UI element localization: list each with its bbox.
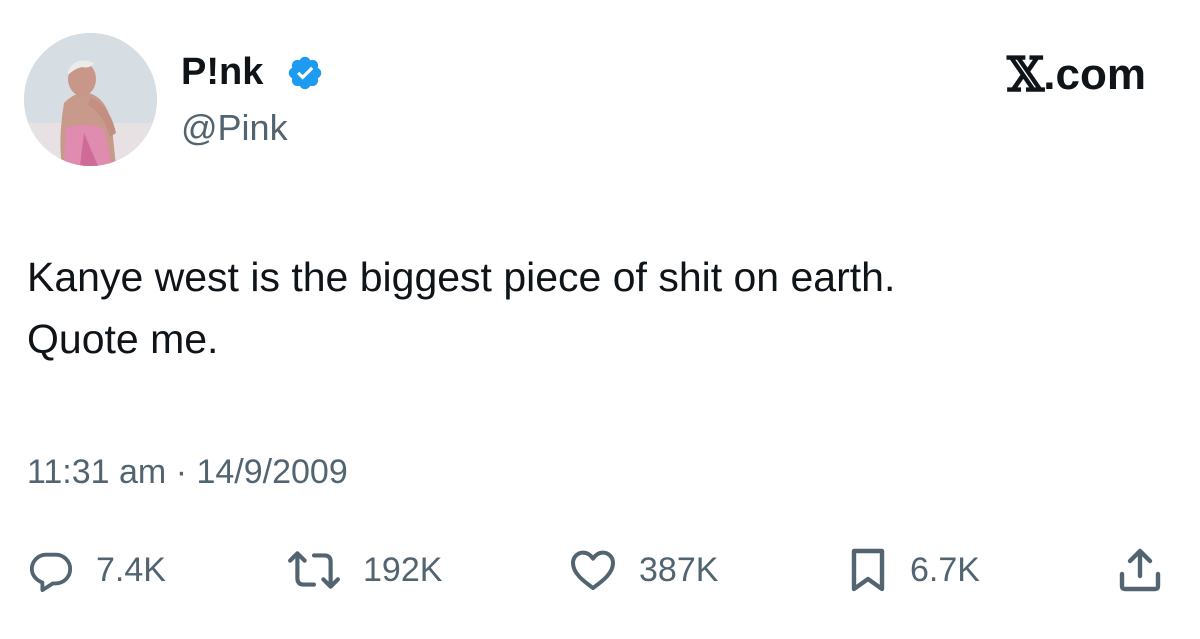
display-name[interactable]: P!nk [181,50,263,94]
tweet-text-line: Quote me. [27,316,219,362]
tweet-actions-bar: 7.4K 192K 387K 6.7K [0,540,1200,600]
avatar-photo [24,33,157,166]
share-icon [1119,548,1161,592]
repost-icon [288,551,340,589]
repost-button[interactable]: 192K [287,540,442,600]
tweet-date: 14/9/2009 [196,453,348,491]
share-button[interactable] [1118,540,1162,600]
avatar[interactable] [24,33,157,166]
tweet-card: P!nk @Pink 𝕏 .com Kanye west is the bigg… [0,0,1200,639]
reply-button[interactable]: 7.4K [28,540,166,600]
brand-domain: .com [1043,50,1146,99]
tweet-text: Kanye west is the biggest piece of shit … [27,246,1167,370]
reply-count: 7.4K [96,551,166,589]
timestamp-separator: · [175,453,188,491]
repost-count: 192K [363,551,443,589]
like-button[interactable]: 387K [569,540,718,600]
reply-icon [29,552,73,593]
bookmark-button[interactable]: 6.7K [848,540,980,600]
user-handle[interactable]: @Pink [181,107,288,149]
bookmark-count: 6.7K [910,551,980,589]
tweet-text-line: Kanye west is the biggest piece of shit … [27,254,896,300]
tweet-timestamp[interactable]: 11:31 am · 14/9/2009 [27,450,348,494]
verified-badge-icon [288,56,322,90]
heart-icon [571,550,615,590]
x-logo-icon: 𝕏 [1007,47,1044,103]
bookmark-icon [851,548,885,592]
tweet-time: 11:31 am [27,453,167,491]
x-brand-logo: 𝕏 .com [1007,50,1146,100]
like-count: 387K [639,551,719,589]
